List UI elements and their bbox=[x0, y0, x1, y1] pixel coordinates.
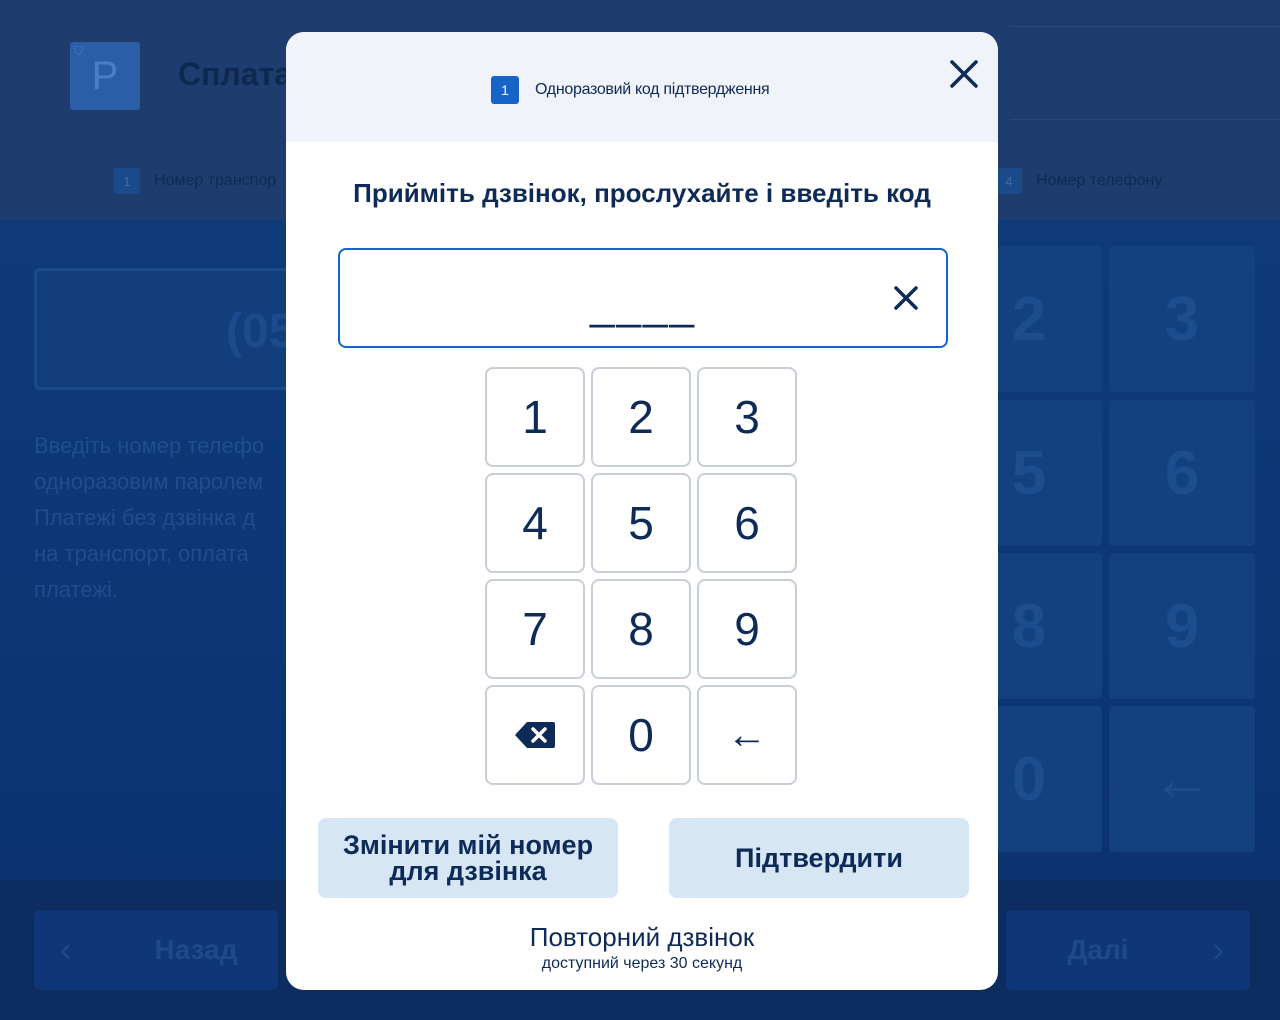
instruction-text: Прийміть дзвінок, прослухайте і введіть … bbox=[353, 178, 931, 208]
modal-step-number: 1 bbox=[491, 76, 519, 104]
bg-phone-value: (05 bbox=[226, 305, 296, 358]
modal-header: 1 Одноразовий код підтвердження bbox=[286, 32, 998, 142]
key-2[interactable]: 2 bbox=[591, 367, 691, 467]
chevron-right-icon: › bbox=[1212, 930, 1224, 969]
page-title: Сплата bbox=[178, 56, 293, 92]
bg-next-label: Далі bbox=[1067, 934, 1129, 965]
bg-step-1-number: 1 bbox=[114, 168, 140, 194]
otp-code-input[interactable]: ____ bbox=[338, 248, 948, 348]
logo-letter: P bbox=[91, 53, 119, 98]
bg-back-label: Назад bbox=[154, 934, 238, 965]
clear-icon[interactable] bbox=[892, 284, 920, 312]
bg-step-4-label: Номер телефону: bbox=[1036, 172, 1167, 189]
otp-code-mask: ____ bbox=[590, 280, 696, 329]
change-number-label-line1: Змінити мій номер bbox=[342, 830, 594, 860]
bg-key-9[interactable]: 9 bbox=[1109, 553, 1255, 699]
parking-logo: ⛉ P bbox=[70, 42, 140, 110]
logo-mark-icon: ⛉ bbox=[74, 44, 84, 58]
bg-step-4-number: 4 bbox=[996, 168, 1022, 194]
bg-key-3[interactable]: 3 bbox=[1109, 246, 1255, 392]
bg-back-button[interactable]: ‹ Назад bbox=[34, 910, 278, 990]
resend-title: Повторний дзвінок bbox=[529, 922, 755, 952]
key-7[interactable]: 7 bbox=[485, 579, 585, 679]
chevron-left-icon: ‹ bbox=[60, 930, 72, 969]
bg-key-arrow[interactable]: ← bbox=[1109, 706, 1255, 852]
modal-step: 1 Одноразовий код підтвердження bbox=[491, 76, 770, 104]
key-8[interactable]: 8 bbox=[591, 579, 691, 679]
key-backspace[interactable] bbox=[485, 685, 585, 785]
bg-description: Введіть номер телефо одноразовим паролем… bbox=[34, 433, 265, 602]
change-number-button[interactable]: Змінити мій номер для дзвінка bbox=[318, 818, 618, 898]
confirm-button[interactable]: Підтвердити bbox=[669, 818, 969, 898]
bg-step-1-label: Номер транспор bbox=[154, 172, 277, 189]
bg-next-button[interactable]: Далі › bbox=[1006, 910, 1250, 990]
otp-modal: 1 Одноразовий код підтвердження Прийміть… bbox=[286, 32, 998, 990]
key-4[interactable]: 4 bbox=[485, 473, 585, 573]
key-9[interactable]: 9 bbox=[697, 579, 797, 679]
bg-key-6[interactable]: 6 bbox=[1109, 400, 1255, 546]
bg-step-4: 4 Номер телефону: bbox=[996, 168, 1167, 194]
key-1[interactable]: 1 bbox=[485, 367, 585, 467]
key-arrow[interactable]: ← bbox=[697, 685, 797, 785]
key-6[interactable]: 6 bbox=[697, 473, 797, 573]
resend-info: Повторний дзвінок доступний через 30 сек… bbox=[286, 922, 998, 973]
key-3[interactable]: 3 bbox=[697, 367, 797, 467]
close-icon[interactable] bbox=[948, 58, 980, 90]
change-number-label-line2: для дзвінка bbox=[389, 856, 547, 886]
bg-step-1: 1 Номер транспор bbox=[114, 168, 276, 194]
key-5[interactable]: 5 bbox=[591, 473, 691, 573]
resend-subtitle: доступний через 30 секунд bbox=[541, 955, 743, 972]
backspace-icon bbox=[515, 722, 555, 748]
modal-step-label: Одноразовий код підтвердження bbox=[535, 81, 770, 98]
key-0[interactable]: 0 bbox=[591, 685, 691, 785]
header-divider bbox=[1010, 26, 1280, 120]
